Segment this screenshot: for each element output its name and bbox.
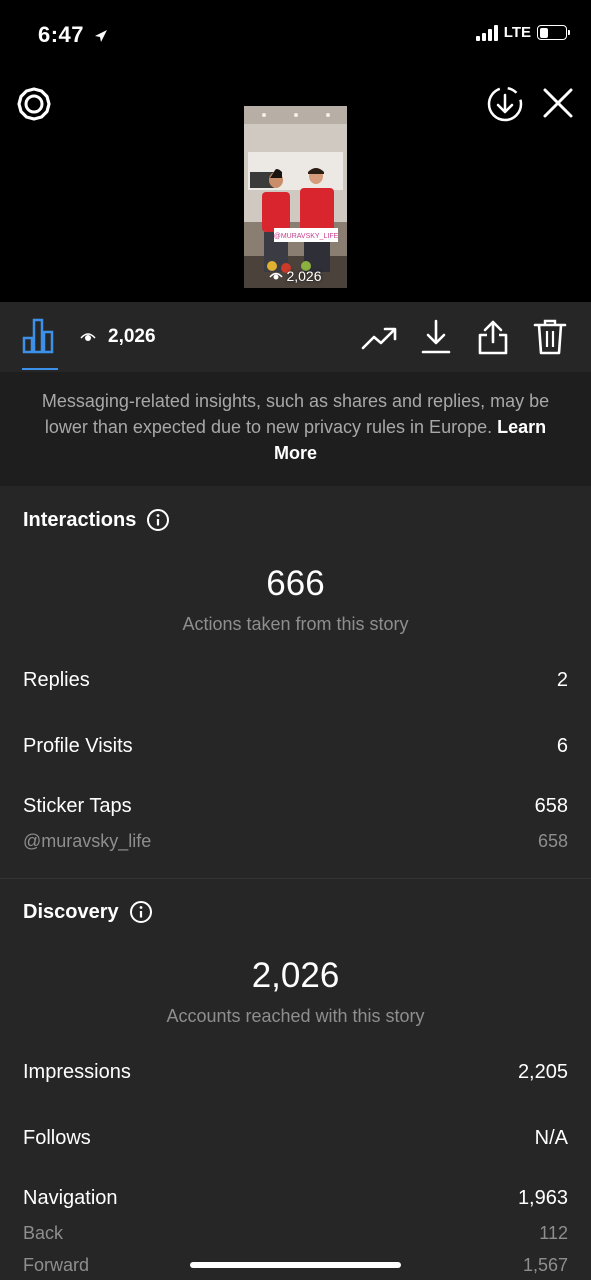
row-label: Replies	[23, 669, 90, 691]
active-tab-indicator	[22, 368, 58, 370]
row-label: Follows	[23, 1127, 91, 1149]
row-value: 658	[537, 831, 568, 851]
battery-icon	[537, 25, 570, 40]
row-value: 658	[534, 795, 568, 817]
close-button[interactable]	[540, 85, 576, 121]
home-indicator[interactable]	[190, 1262, 401, 1268]
row-value: 6	[556, 735, 568, 757]
row-value: 1,963	[517, 1187, 568, 1209]
delete-button[interactable]	[531, 318, 569, 356]
location-arrow-icon	[94, 30, 107, 43]
story-preview-image: @MURAVSKY_LIFE	[244, 106, 347, 288]
row-value: N/A	[534, 1127, 568, 1149]
status-time: 6:47	[38, 22, 109, 48]
close-icon	[543, 88, 573, 118]
impressions-row: Impressions 2,205	[23, 1061, 568, 1084]
story-thumbnail[interactable]: @MURAVSKY_LIFE 2,026	[244, 106, 347, 288]
navigation-row: Navigation 1,963	[23, 1187, 568, 1210]
views-summary[interactable]: 2,026	[80, 326, 156, 348]
interactions-caption: Actions taken from this story	[182, 614, 409, 634]
trending-up-icon	[361, 327, 397, 350]
interactions-header: Interactions	[23, 508, 170, 532]
sticker-handle-row: @muravsky_life 658	[23, 831, 568, 852]
svg-text:@MURAVSKY_LIFE: @MURAVSKY_LIFE	[274, 233, 339, 240]
save-story-button[interactable]	[486, 85, 524, 123]
follows-row: Follows N/A	[23, 1127, 568, 1150]
row-value: 2	[556, 669, 568, 691]
row-label: Sticker Taps	[23, 795, 132, 817]
privacy-notice: Messaging-related insights, such as shar…	[0, 372, 591, 486]
row-value: 112	[539, 1223, 568, 1243]
discovery-total: 2,026	[251, 956, 340, 995]
row-label: @muravsky_life	[23, 831, 152, 851]
discovery-caption: Accounts reached with this story	[166, 1006, 425, 1026]
trash-icon	[533, 319, 567, 355]
info-icon[interactable]	[129, 900, 153, 924]
interactions-title: Interactions	[23, 508, 137, 531]
eye-icon	[80, 333, 96, 341]
network-label: LTE	[503, 24, 531, 41]
download-circle-icon	[487, 86, 523, 122]
settings-button[interactable]	[16, 86, 52, 122]
replies-row: Replies 2	[23, 669, 568, 692]
insights-tab[interactable]	[22, 318, 58, 354]
row-value: 2,205	[517, 1061, 568, 1083]
share-button[interactable]	[474, 318, 512, 356]
row-value: 1,567	[522, 1255, 568, 1275]
story-toolbar: 2,026	[0, 302, 591, 372]
interactions-total: 666	[266, 564, 325, 603]
promote-button[interactable]	[360, 318, 398, 356]
signal-icon	[475, 24, 498, 41]
thumbnail-pointer	[284, 288, 308, 302]
thumbnail-view-count: 2,026	[244, 268, 347, 284]
row-label: Back	[23, 1223, 64, 1243]
profile-visits-row: Profile Visits 6	[23, 735, 568, 758]
row-label: Forward	[23, 1255, 90, 1275]
privacy-notice-text: Messaging-related insights, such as shar…	[41, 391, 550, 437]
row-label: Profile Visits	[23, 735, 133, 757]
insights-content: Interactions 666 Actions taken from this…	[0, 486, 591, 1280]
bar-chart-icon	[22, 318, 54, 354]
sticker-taps-row: Sticker Taps 658	[23, 795, 568, 818]
status-bar: 6:47 LTE	[0, 0, 591, 70]
gear-icon	[17, 87, 51, 121]
back-row: Back 112	[23, 1223, 568, 1244]
share-icon	[478, 320, 508, 355]
download-button[interactable]	[417, 318, 455, 356]
status-indicators: LTE	[475, 24, 570, 41]
section-divider	[0, 878, 591, 879]
info-icon[interactable]	[146, 508, 170, 532]
discovery-title: Discovery	[23, 900, 119, 923]
discovery-header: Discovery	[23, 900, 153, 924]
eye-icon	[269, 272, 284, 280]
download-icon	[421, 319, 451, 354]
view-count: 2,026	[108, 326, 156, 347]
row-label: Navigation	[23, 1187, 118, 1209]
row-label: Impressions	[23, 1061, 131, 1083]
